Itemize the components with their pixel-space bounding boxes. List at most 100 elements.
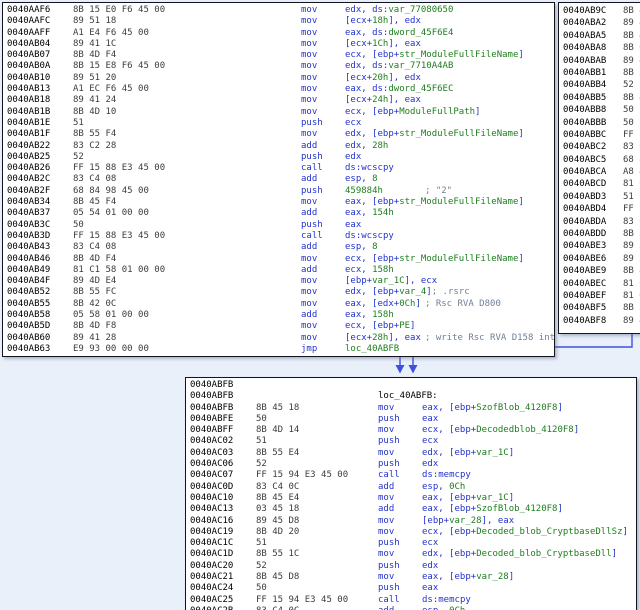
- operands: esp, 8: [345, 174, 425, 185]
- asm-line: 0040AC03 8B 55 E4 mov edx, [ebp+var_1C]: [190, 448, 636, 459]
- address: 0040ABE3: [563, 241, 607, 252]
- opcode-bytes: 51: [73, 117, 84, 128]
- mnemonic: push: [378, 538, 400, 549]
- asm-line: 0040AB22 83 C2 28 add edx, 28h: [7, 141, 554, 152]
- mnemonic: mov: [378, 425, 395, 436]
- mnemonic: mov: [301, 84, 318, 95]
- token-code: ]: [415, 298, 421, 309]
- operands: edx, ds:var_7710A4AB: [345, 61, 453, 72]
- asm-line: 0040ABDA 83 C4: [563, 216, 640, 228]
- token-code: [ebp+: [345, 276, 373, 287]
- asm-line: 0040AC07 FF 15 94 E3 45 00 call ds:memcpy: [190, 470, 636, 481]
- mnemonic: add: [301, 208, 318, 219]
- asm-line: 0040ABB8 50: [563, 104, 640, 116]
- address: 0040ABFB: [190, 380, 234, 390]
- address: 0040AAFF: [7, 27, 51, 38]
- address: 0040ABD3: [563, 191, 607, 202]
- token-code: ]: [622, 526, 628, 537]
- operands: ecx: [422, 538, 438, 549]
- token-code: ds:: [345, 230, 362, 241]
- opcode-bytes: 50: [623, 117, 634, 128]
- operands: esp, 8: [345, 242, 425, 253]
- operands: ecx, [ebp+Decodedblob_4120F8]: [422, 425, 579, 436]
- opcode-bytes: 89 42: [623, 315, 640, 326]
- address: 0040AB58: [7, 310, 51, 321]
- address: 0040ABDD: [563, 229, 607, 240]
- token-code: edx, [ebp+: [345, 129, 400, 140]
- address: 0040ABCD: [563, 179, 607, 190]
- address: 0040AC16: [190, 515, 234, 526]
- opcode-bytes: 8B 55 FC: [73, 287, 117, 298]
- opcode-bytes: FF 15 94 E3 45 00: [256, 594, 349, 605]
- address: 0040AB5D: [7, 321, 51, 332]
- mnemonic: mov: [301, 298, 318, 309]
- token-number: 28h: [372, 332, 389, 343]
- address: 0040ABEC: [563, 278, 607, 289]
- opcode-bytes: 89 4D: [623, 18, 640, 29]
- mnemonic: mov: [301, 197, 318, 208]
- basic-block-0040ABFB[interactable]: 0040ABFB 0040ABFB loc_40ABFB: 0040ABFB 8B 45…: [185, 377, 637, 610]
- token-number: 0Ch: [449, 481, 466, 492]
- token-code: edx,: [345, 140, 373, 151]
- token-code: esp,: [345, 242, 373, 253]
- token-code: ds:: [422, 470, 439, 481]
- address: 0040ABC5: [563, 154, 607, 165]
- opcode-bytes: 89 41 28: [73, 332, 117, 343]
- asm-line: 0040AC20 52 push edx: [190, 561, 636, 572]
- token-code: ecx, [ebp+: [345, 321, 400, 332]
- opcode-bytes: A8 40: [623, 167, 640, 178]
- address: 0040AC21: [190, 572, 234, 583]
- asm-line: 0040AB3D FF 15 88 E3 45 00 call ds:wcscpy: [7, 231, 554, 242]
- opcode-bytes: 51: [256, 436, 267, 447]
- token-code: edx, [ebp+: [422, 549, 477, 560]
- token-code: ]: [611, 549, 618, 560]
- asm-line: 0040AB18 89 41 24 mov [ecx+24h], eax: [7, 95, 554, 106]
- token-code: ecx, [ebp+: [345, 106, 400, 117]
- address: 0040ABEF: [563, 290, 607, 301]
- operands: ecx, 158h: [345, 265, 425, 276]
- address: 0040AC20: [190, 560, 234, 571]
- opcode-bytes: 8B 15 E0 F6 45 00: [73, 5, 166, 15]
- operands: ecx, [ebp+Decoded_blob_CryptbaseDllSz]: [422, 527, 628, 538]
- opcode-bytes: 83 C4 0C: [256, 606, 378, 610]
- asm-line: 0040ABFB: [190, 380, 636, 391]
- token-code: ]: [508, 492, 515, 503]
- address: 0040ABDA: [563, 216, 607, 227]
- address: 0040ABE9: [563, 266, 607, 277]
- mnemonic: mov: [301, 50, 318, 61]
- opcode-bytes: 68 84: [623, 154, 640, 165]
- token-code: ]: [508, 572, 515, 583]
- address: 0040AB04: [7, 38, 51, 49]
- operands: [ebp+var_1C], ecx: [345, 276, 437, 287]
- operands: eax: [345, 220, 425, 231]
- token-code: edx, ds:: [345, 61, 389, 72]
- basic-block-0040AAF6[interactable]: 0040AAF6 8B 15 E0 F6 45 00 mov edx, ds:var_…: [2, 2, 555, 357]
- opcode-bytes: 51: [623, 191, 634, 202]
- token-name: var_4: [399, 287, 427, 298]
- asm-line: 0040AC0D 83 C4 0C add esp, 0Ch: [190, 482, 636, 493]
- token-number: 459884h: [345, 185, 383, 196]
- address: 0040AB1E: [7, 117, 51, 128]
- asm-line: 0040AB34 8B 45 F4 mov eax, [ebp+str_ModuleF…: [7, 197, 554, 208]
- address: 0040AC19: [190, 526, 234, 537]
- comment: ; Rsc RVA D800: [425, 298, 501, 309]
- asm-line: 0040AB1E 51 push ecx: [7, 118, 554, 129]
- basic-block-0040AB9C[interactable]: 0040AB9C8B 4D0040ABA289 4D0040ABA58B 4D0…: [558, 2, 640, 334]
- address: 0040ABFB: [190, 391, 234, 402]
- token-number: 0Ch: [449, 606, 465, 610]
- address: 0040AB22: [7, 140, 51, 151]
- asm-line: 0040ABF8 89 42: [563, 315, 640, 327]
- opcode-bytes: 89 4D E4: [73, 276, 117, 287]
- mnemonic: mov: [301, 276, 318, 287]
- graph-canvas[interactable]: 0040AAF6 8B 15 E0 F6 45 00 mov edx, ds:var_…: [0, 0, 640, 610]
- asm-line: 0040ABA8 8B 0D: [563, 42, 640, 54]
- mnemonic: mov: [301, 106, 318, 117]
- token-code: edx: [345, 151, 362, 162]
- address: 0040ABD4: [563, 204, 607, 215]
- opcode-bytes: 8B 45 F4: [73, 197, 117, 208]
- asm-line: 0040ABB5 8B 45: [563, 92, 640, 104]
- token-number: 28h: [372, 140, 389, 151]
- opcode-bytes: FF 15: [623, 129, 640, 140]
- opcode-bytes: 89 51 20: [73, 72, 117, 83]
- token-code: [ecx+: [345, 38, 373, 49]
